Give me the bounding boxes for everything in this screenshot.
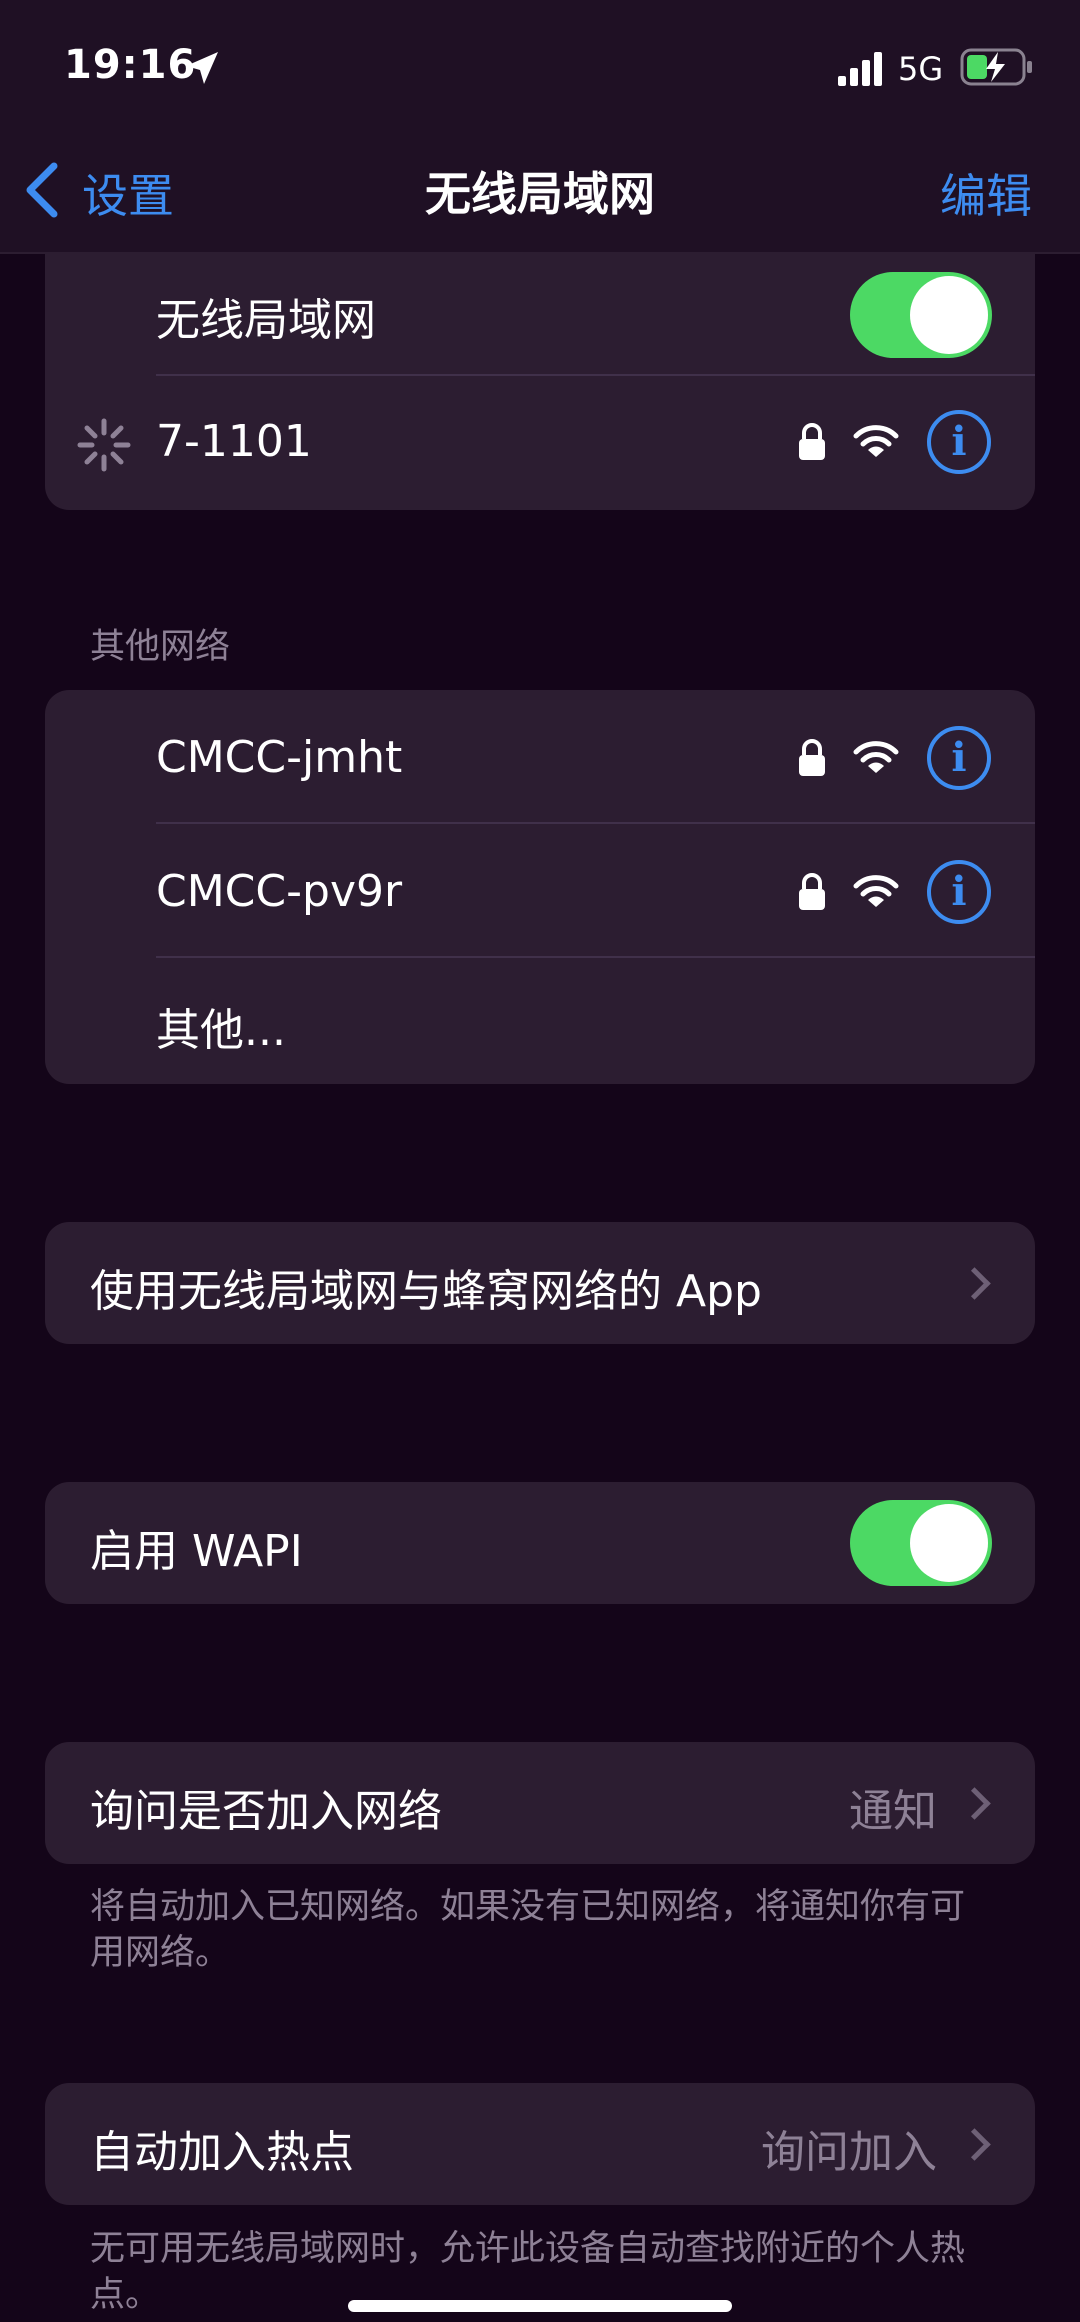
status-time: 19:16 xyxy=(64,42,197,88)
divider xyxy=(156,822,1035,824)
apps-row[interactable]: 使用无线局域网与蜂窝网络的 App xyxy=(45,1222,1035,1344)
ask-join-label: 询问是否加入网络 xyxy=(90,1786,442,1837)
wapi-label: 启用 WAPI xyxy=(90,1526,303,1577)
chevron-right-icon xyxy=(958,1787,991,1820)
home-indicator[interactable] xyxy=(348,2300,732,2312)
network-type: 5G xyxy=(898,50,944,88)
toggle-knob xyxy=(910,276,988,354)
edit-button[interactable]: 编辑 xyxy=(940,160,1032,226)
apps-row-label: 使用无线局域网与蜂窝网络的 App xyxy=(90,1266,762,1317)
location-arrow-icon xyxy=(186,52,218,84)
wifi-icon xyxy=(853,875,899,907)
wifi-toggle[interactable] xyxy=(850,272,992,358)
signal-dots-icon xyxy=(838,52,882,86)
auto-hotspot-value: 询问加入 xyxy=(761,2127,937,2178)
wapi-row: 启用 WAPI xyxy=(45,1482,1035,1604)
battery-charging-icon xyxy=(960,48,1032,86)
network-name[interactable]: CMCC-pv9r xyxy=(156,866,402,917)
ask-join-value: 通知 xyxy=(849,1786,937,1837)
toggle-knob xyxy=(910,1504,988,1582)
ask-join-footnote: 将自动加入已知网络。如果没有已知网络，将通知你有可用网络。 xyxy=(90,1887,966,1973)
wapi-toggle[interactable] xyxy=(850,1500,992,1586)
wifi-icon xyxy=(853,741,899,773)
lock-icon xyxy=(799,873,825,910)
lock-icon xyxy=(799,739,825,776)
wifi-card: 无线局域网 7-1101 i xyxy=(45,252,1035,510)
other-network-row[interactable]: 其他... xyxy=(156,994,286,1058)
info-icon[interactable]: i xyxy=(927,410,991,474)
wifi-icon xyxy=(853,425,899,457)
lock-icon xyxy=(799,423,825,460)
auto-hotspot-label: 自动加入热点 xyxy=(90,2127,354,2178)
wifi-toggle-label: 无线局域网 xyxy=(156,295,376,346)
divider xyxy=(156,956,1035,958)
spinner-icon xyxy=(77,418,131,472)
other-networks-card: CMCC-jmht i CMCC-pv9r i 其他... xyxy=(45,690,1035,1084)
divider xyxy=(156,374,1035,376)
info-icon[interactable]: i xyxy=(927,726,991,790)
section-header-other-networks: 其他网络 xyxy=(90,627,231,667)
info-icon[interactable]: i xyxy=(927,860,991,924)
network-name[interactable]: CMCC-jmht xyxy=(156,732,402,783)
page-title: 无线局域网 xyxy=(425,167,655,221)
current-network-name[interactable]: 7-1101 xyxy=(156,416,312,467)
chevron-right-icon xyxy=(958,1267,991,1300)
chevron-right-icon xyxy=(958,2128,991,2161)
auto-hotspot-row[interactable]: 自动加入热点 询问加入 xyxy=(45,2083,1035,2205)
ask-join-row[interactable]: 询问是否加入网络 通知 xyxy=(45,1742,1035,1864)
